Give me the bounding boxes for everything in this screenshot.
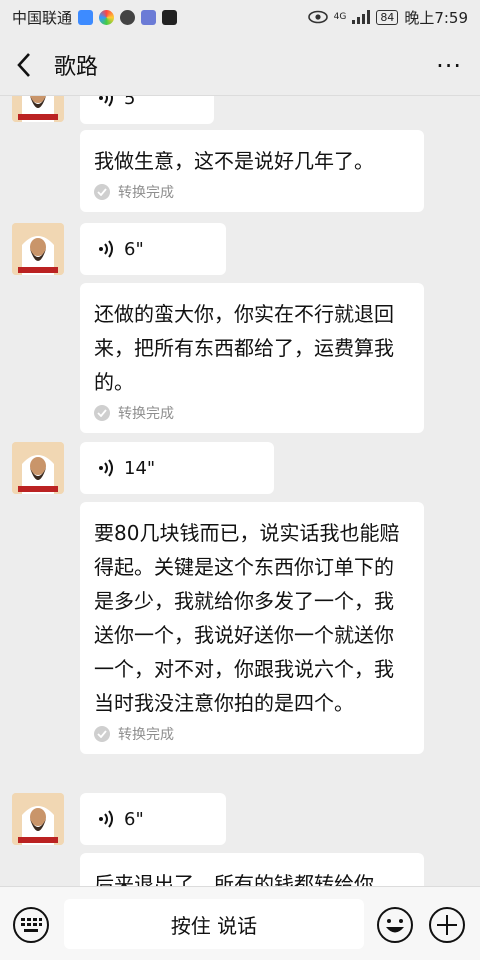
chat-title: 歌路 xyxy=(54,54,99,80)
clock: 晚上7:59 xyxy=(404,8,468,27)
conversion-status: 转换完成 xyxy=(94,724,410,744)
input-bar: 按住 说话 xyxy=(0,886,480,960)
notification-app-icon xyxy=(78,9,94,25)
keyboard-icon xyxy=(13,907,49,943)
text-message[interactable]: 后来退出了，所有的钱都转给你 xyxy=(80,853,424,886)
notification-app-icon xyxy=(99,9,115,25)
avatar-image xyxy=(12,442,64,494)
tiktok-icon xyxy=(162,9,178,25)
text-message[interactable]: 我做生意，这不是说好几年了。 转换完成 xyxy=(80,130,424,212)
text-message[interactable]: 还做的蛮大你，你实在不行就退回来，把所有东西都给了，运费算我的。 转换完成 xyxy=(80,283,424,433)
voice-message[interactable]: 5" xyxy=(80,96,214,124)
status-text: 转换完成 xyxy=(118,185,174,201)
status-text: 转换完成 xyxy=(118,406,174,422)
message-text: 要80几块钱而已，说实话我也能赔得起。关键是这个东西你订单下的是多少，我就给你多… xyxy=(94,521,400,715)
hold-to-talk-button[interactable]: 按住 说话 xyxy=(64,899,364,949)
chat-area[interactable]: 5" 我做生意，这不是说好几年了。 转换完成 6" 还做的蛮大你，你实在不行就退… xyxy=(0,96,480,886)
voice-duration: 6" xyxy=(124,808,144,830)
avatar-image xyxy=(12,223,64,275)
voice-duration: 6" xyxy=(124,238,144,260)
battery-icon: 84 xyxy=(376,9,399,25)
avatar[interactable] xyxy=(12,442,64,494)
keyboard-button[interactable] xyxy=(12,906,50,948)
voice-wave-icon xyxy=(99,240,113,258)
check-circle-icon xyxy=(94,184,110,200)
notification-app-icon xyxy=(141,9,157,25)
emoji-button[interactable] xyxy=(376,906,414,948)
message-text: 我做生意，这不是说好几年了。 xyxy=(94,149,374,173)
voice-message[interactable]: 14" xyxy=(80,442,274,494)
voice-message[interactable]: 6" xyxy=(80,793,226,845)
network-type: 4G xyxy=(333,12,347,22)
check-circle-icon xyxy=(94,726,110,742)
more-functions-button[interactable] xyxy=(428,906,466,948)
message-text: 后来退出了，所有的钱都转给你 xyxy=(94,872,374,886)
carrier-name: 中国联通 xyxy=(12,8,73,27)
plus-circle-icon xyxy=(429,907,465,943)
signal-icon xyxy=(352,10,371,24)
message-text: 还做的蛮大你，你实在不行就退回来，把所有东西都给了，运费算我的。 xyxy=(94,302,394,394)
chat-header: 歌路 ··· xyxy=(0,34,480,96)
check-circle-icon xyxy=(94,405,110,421)
emoji-icon xyxy=(377,907,413,943)
avatar-image xyxy=(12,793,64,845)
back-arrow-icon xyxy=(17,52,30,77)
status-right: 4G 84 晚上7:59 xyxy=(307,7,468,28)
voice-duration: 5" xyxy=(124,96,144,109)
text-message[interactable]: 要80几块钱而已，说实话我也能赔得起。关键是这个东西你订单下的是多少，我就给你多… xyxy=(80,502,424,754)
status-bar: 中国联通 4G 84 晚上7:59 xyxy=(0,0,480,34)
status-text: 转换完成 xyxy=(118,727,174,743)
voice-duration: 14" xyxy=(124,457,156,479)
avatar[interactable] xyxy=(12,793,64,845)
voice-wave-icon xyxy=(99,96,113,107)
conversion-status: 转换完成 xyxy=(94,403,410,423)
avatar[interactable] xyxy=(12,223,64,275)
avatar[interactable] xyxy=(12,96,64,122)
message-icon xyxy=(120,9,136,25)
voice-wave-icon xyxy=(99,459,113,477)
conversion-status: 转换完成 xyxy=(94,182,410,202)
status-left: 中国联通 xyxy=(12,7,178,28)
voice-wave-icon xyxy=(99,810,113,828)
voice-message[interactable]: 6" xyxy=(80,223,226,275)
avatar-image xyxy=(12,96,64,122)
eye-icon xyxy=(307,10,328,24)
back-button[interactable] xyxy=(0,34,48,96)
more-button[interactable]: ··· xyxy=(436,52,462,80)
